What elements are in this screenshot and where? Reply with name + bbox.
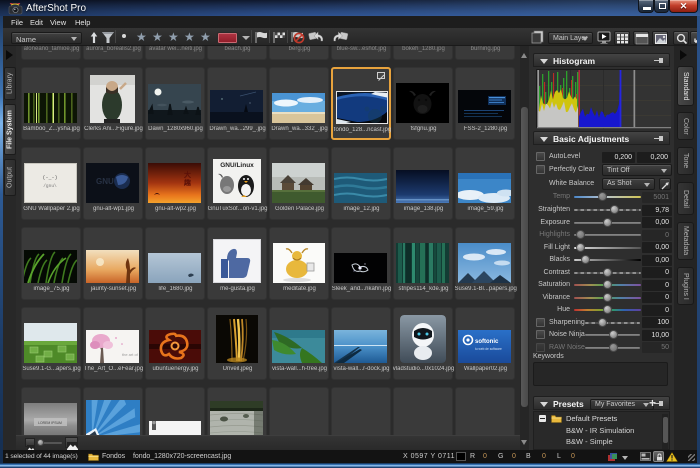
svg-text:LOREM IPSUM: LOREM IPSUM	[38, 421, 62, 425]
svg-text:趣: 趣	[183, 178, 192, 187]
svg-text:GNU: GNU	[96, 177, 114, 186]
svg-text:(-_-): (-_-)	[42, 175, 57, 181]
svg-text:/gnu\: /gnu\	[43, 183, 57, 189]
svg-text:tu web de software: tu web de software	[475, 347, 502, 351]
svg-text:GNU/Linux: GNU/Linux	[220, 162, 254, 169]
svg-text:softonic: softonic	[475, 339, 499, 345]
svg-text:大: 大	[184, 170, 191, 179]
svg-text:the art of: the art of	[122, 352, 139, 357]
